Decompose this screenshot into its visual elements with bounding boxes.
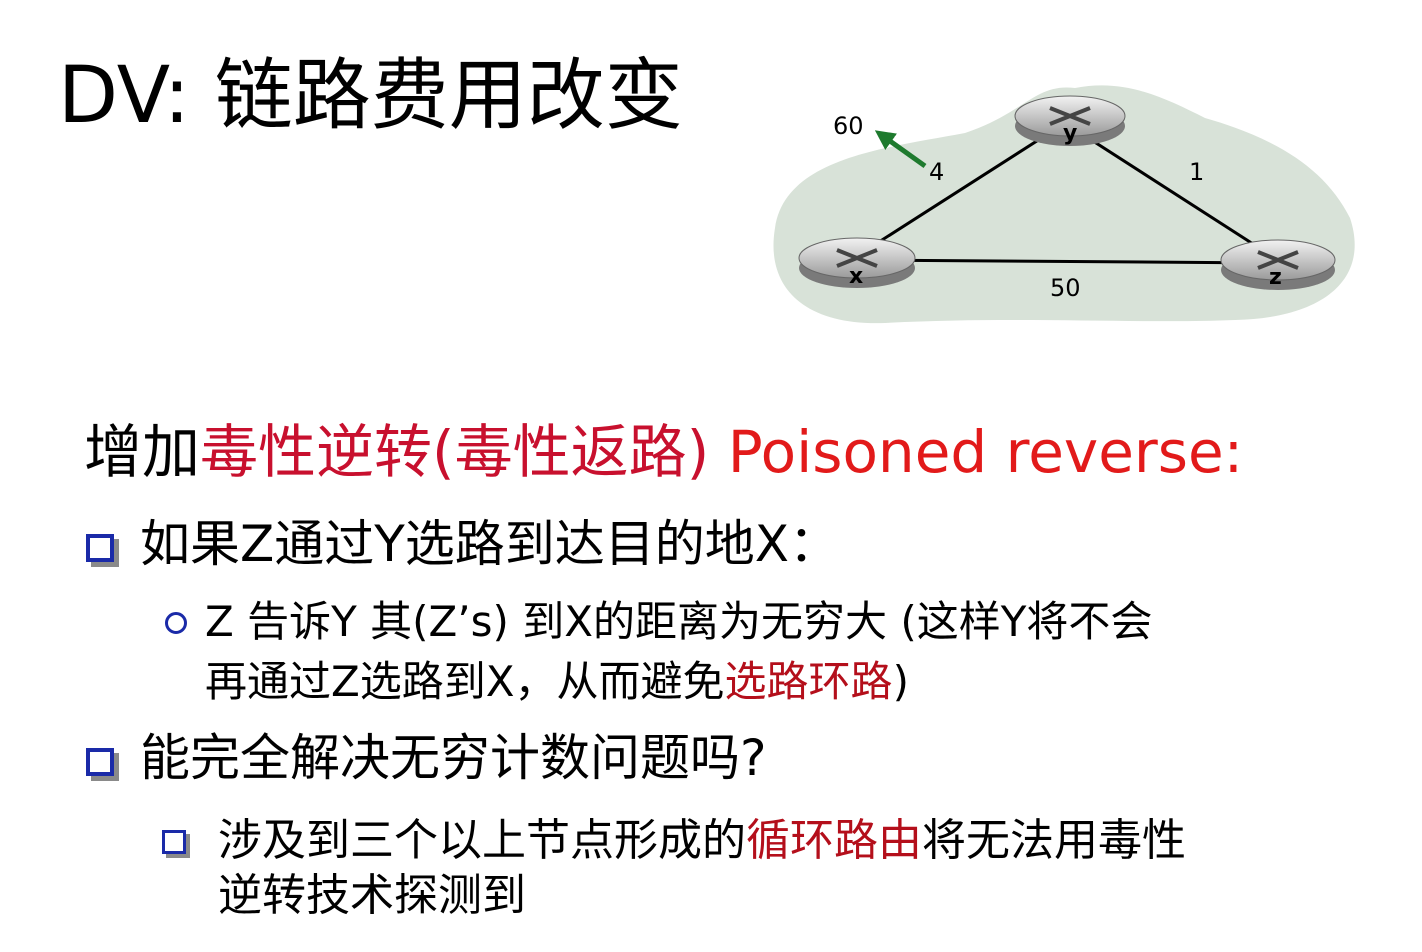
sub1-line2-text: 再通过Z选路到X，从而避免 bbox=[205, 657, 725, 706]
bullet-circle-icon bbox=[165, 612, 187, 634]
sub2-line1-text: 涉及到三个以上节点形成的 bbox=[218, 815, 746, 866]
router-z-label: z bbox=[1269, 265, 1282, 290]
cost-label-yz: 1 bbox=[1189, 158, 1204, 186]
sub-bullet-2-line-1: 涉及到三个以上节点形成的循环路由将无法用毒性 bbox=[218, 815, 1186, 867]
bullet-square-icon bbox=[86, 534, 114, 562]
sub-bullet-1-line-1: Z 告诉Y 其(Z’s) 到X的距离为无穷大 (这样Y将不会 bbox=[205, 597, 1153, 646]
network-diagram: 60 4 1 50 y x z bbox=[773, 85, 1355, 324]
router-y-icon: y bbox=[1014, 95, 1126, 146]
bullet-square-icon bbox=[86, 748, 114, 776]
sub2-line1-red: 循环路由 bbox=[746, 815, 922, 866]
sub1-line2-close: ) bbox=[892, 657, 909, 706]
heading-red-cn: 毒性逆转(毒性返路) bbox=[200, 418, 710, 486]
sub2-line1-tail: 将无法用毒性 bbox=[922, 815, 1186, 866]
heading-prefix: 增加 bbox=[84, 418, 201, 486]
router-z-icon: z bbox=[1220, 239, 1336, 290]
sub-bullet-1-line-2: 再通过Z选路到X，从而避免选路环路) bbox=[205, 656, 909, 708]
router-y-label: y bbox=[1063, 121, 1077, 146]
sub-bullet-2-line-2: 逆转技术探测到 bbox=[218, 870, 526, 921]
section-heading: 增加毒性逆转(毒性返路) Poisoned reverse: bbox=[84, 412, 1243, 492]
router-x-label: x bbox=[849, 264, 863, 289]
cost-label-xz: 50 bbox=[1050, 274, 1081, 302]
sub-bullet-square-icon bbox=[162, 830, 186, 854]
slide-title: DV: 链路费用改变 bbox=[58, 51, 683, 141]
cost-label-xy: 4 bbox=[929, 158, 944, 186]
sub1-line2-red: 选路环路 bbox=[724, 657, 893, 706]
bullet-2-text: 能完全解决无穷计数问题吗? bbox=[140, 729, 767, 787]
heading-red-en: Poisoned reverse: bbox=[727, 418, 1244, 486]
cost-label-new: 60 bbox=[833, 112, 864, 140]
bullet-1-text: 如果Z通过Y选路到达目的地X： bbox=[140, 515, 840, 573]
router-x-icon: x bbox=[798, 237, 916, 289]
